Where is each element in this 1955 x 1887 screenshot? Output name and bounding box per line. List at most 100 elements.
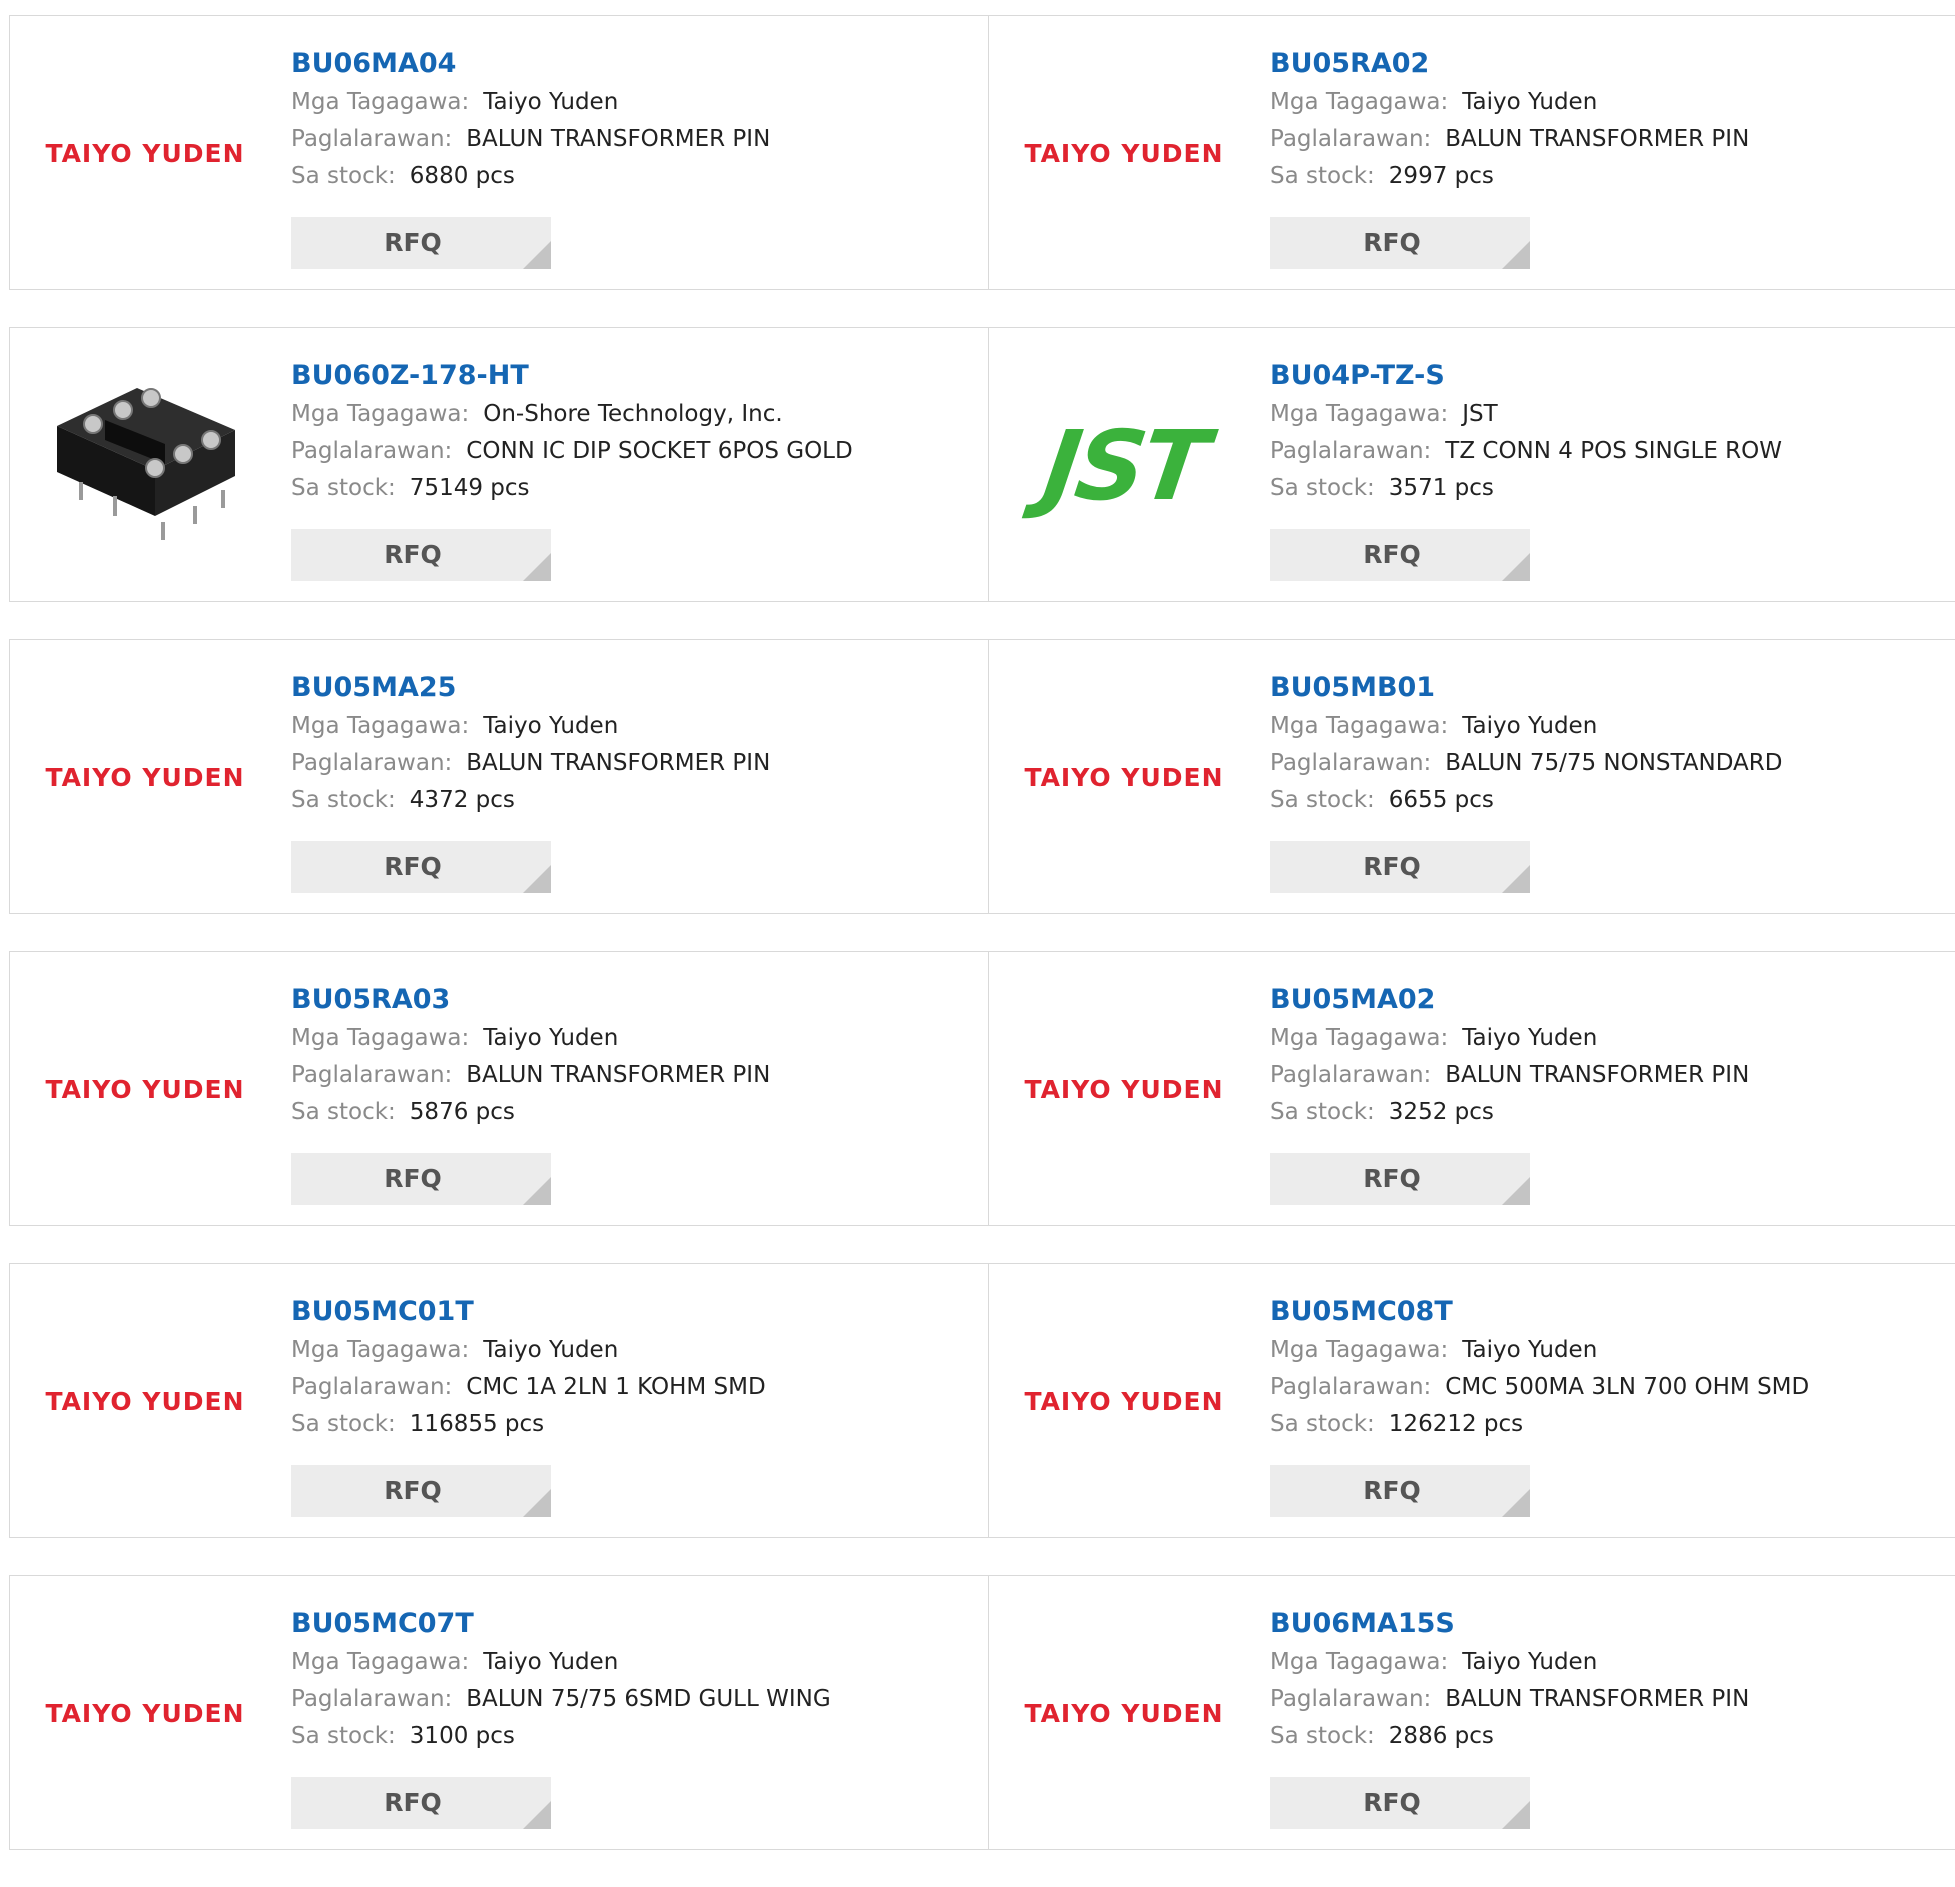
description-value: BALUN TRANSFORMER PIN: [1445, 126, 1750, 152]
part-number-link[interactable]: BU05MC01T: [291, 1292, 766, 1332]
stock-label: Sa stock:: [291, 787, 396, 813]
rfq-button[interactable]: RFQ: [1270, 1153, 1530, 1205]
part-number-link[interactable]: BU060Z-178-HT: [291, 356, 853, 396]
part-number-link[interactable]: BU04P-TZ-S: [1270, 356, 1782, 396]
manufacturer-value: Taiyo Yuden: [483, 713, 619, 739]
rfq-button[interactable]: RFQ: [291, 529, 551, 581]
manufacturer-value: Taiyo Yuden: [483, 89, 619, 115]
corner-triangle-icon: [1502, 241, 1530, 269]
manufacturer-logo[interactable]: TAIYO YUDEN: [1019, 1002, 1229, 1177]
stock-row: Sa stock: 2886 pcs: [1270, 1718, 1749, 1755]
taiyo-yuden-logo: TAIYO YUDEN: [45, 1699, 245, 1728]
part-number-link[interactable]: BU05RA03: [291, 980, 770, 1020]
product-info: BU060Z-178-HT Mga Tagagawa: On-Shore Tech…: [291, 356, 853, 507]
rfq-button[interactable]: RFQ: [291, 841, 551, 893]
product-info: BU05RA03 Mga Tagagawa: Taiyo Yuden Paglal…: [291, 980, 770, 1131]
taiyo-yuden-logo: TAIYO YUDEN: [45, 1075, 245, 1104]
stock-value: 6880 pcs: [409, 163, 515, 189]
stock-row: Sa stock: 3252 pcs: [1270, 1094, 1749, 1131]
stock-row: Sa stock: 3571 pcs: [1270, 470, 1782, 507]
manufacturer-logo[interactable]: TAIYO YUDEN: [40, 66, 250, 241]
rfq-button[interactable]: RFQ: [1270, 1465, 1530, 1517]
corner-triangle-icon: [523, 1177, 551, 1205]
description-row: Paglalarawan: BALUN TRANSFORMER PIN: [291, 121, 770, 158]
product-grid: TAIYO YUDEN BU06MA04 Mga Tagagawa: Taiyo …: [9, 15, 1955, 1887]
manufacturer-row: Mga Tagagawa: On-Shore Technology, Inc.: [291, 396, 853, 433]
manufacturer-logo[interactable]: TAIYO YUDEN: [1019, 690, 1229, 865]
product-row: TAIYO YUDEN BU06MA04 Mga Tagagawa: Taiyo …: [9, 15, 1955, 290]
description-label: Paglalarawan:: [1270, 1686, 1432, 1712]
stock-label: Sa stock:: [1270, 1723, 1375, 1749]
part-number-link[interactable]: BU05MC08T: [1270, 1292, 1809, 1332]
stock-row: Sa stock: 126212 pcs: [1270, 1406, 1809, 1443]
stock-value: 5876 pcs: [409, 1099, 515, 1125]
rfq-button[interactable]: RFQ: [291, 1153, 551, 1205]
part-number-link[interactable]: BU05MC07T: [291, 1604, 831, 1644]
part-number-link[interactable]: BU05MA02: [1270, 980, 1749, 1020]
corner-triangle-icon: [1502, 1489, 1530, 1517]
manufacturer-label: Mga Tagagawa:: [1270, 1337, 1449, 1363]
description-value: BALUN TRANSFORMER PIN: [1445, 1686, 1750, 1712]
rfq-label: RFQ: [384, 1164, 442, 1193]
product-info: BU05MA25 Mga Tagagawa: Taiyo Yuden Paglal…: [291, 668, 770, 819]
stock-row: Sa stock: 2997 pcs: [1270, 158, 1749, 195]
manufacturer-value: JST: [1462, 401, 1498, 427]
rfq-label: RFQ: [1363, 1788, 1421, 1817]
part-number-link[interactable]: BU05RA02: [1270, 44, 1749, 84]
stock-value: 2886 pcs: [1388, 1723, 1494, 1749]
rfq-label: RFQ: [384, 1476, 442, 1505]
manufacturer-value: Taiyo Yuden: [483, 1337, 619, 1363]
stock-value: 3252 pcs: [1388, 1099, 1494, 1125]
stock-label: Sa stock:: [1270, 787, 1375, 813]
product-row: TAIYO YUDEN BU05MC01T Mga Tagagawa: Taiyo…: [9, 1263, 1955, 1538]
product-card: TAIYO YUDEN BU05MA02 Mga Tagagawa: Taiyo …: [988, 952, 1954, 1225]
rfq-button[interactable]: RFQ: [1270, 1777, 1530, 1829]
product-card: TAIYO YUDEN BU05RA02 Mga Tagagawa: Taiyo …: [988, 16, 1954, 289]
manufacturer-logo[interactable]: JST: [1019, 378, 1229, 553]
rfq-button[interactable]: RFQ: [1270, 841, 1530, 893]
manufacturer-logo[interactable]: TAIYO YUDEN: [1019, 1314, 1229, 1489]
stock-row: Sa stock: 5876 pcs: [291, 1094, 770, 1131]
product-row: BU060Z-178-HT Mga Tagagawa: On-Shore Tech…: [9, 327, 1955, 602]
manufacturer-value: Taiyo Yuden: [1462, 89, 1598, 115]
manufacturer-label: Mga Tagagawa:: [1270, 1649, 1449, 1675]
part-number-link[interactable]: BU05MB01: [1270, 668, 1782, 708]
manufacturer-logo[interactable]: TAIYO YUDEN: [40, 1626, 250, 1801]
stock-label: Sa stock:: [1270, 1099, 1375, 1125]
description-value: CONN IC DIP SOCKET 6POS GOLD: [466, 438, 853, 464]
stock-label: Sa stock:: [291, 475, 396, 501]
product-row: TAIYO YUDEN BU05MC07T Mga Tagagawa: Taiyo…: [9, 1575, 1955, 1850]
manufacturer-value: Taiyo Yuden: [483, 1649, 619, 1675]
rfq-button[interactable]: RFQ: [1270, 217, 1530, 269]
rfq-button[interactable]: RFQ: [291, 1777, 551, 1829]
manufacturer-label: Mga Tagagawa:: [1270, 713, 1449, 739]
part-number-link[interactable]: BU06MA15S: [1270, 1604, 1749, 1644]
stock-label: Sa stock:: [291, 1411, 396, 1437]
manufacturer-label: Mga Tagagawa:: [291, 713, 470, 739]
part-number-link[interactable]: BU06MA04: [291, 44, 770, 84]
description-label: Paglalarawan:: [1270, 1062, 1432, 1088]
taiyo-yuden-logo: TAIYO YUDEN: [45, 139, 245, 168]
manufacturer-logo[interactable]: TAIYO YUDEN: [40, 690, 250, 865]
rfq-button[interactable]: RFQ: [291, 217, 551, 269]
product-info: BU05MA02 Mga Tagagawa: Taiyo Yuden Paglal…: [1270, 980, 1749, 1131]
description-row: Paglalarawan: TZ CONN 4 POS SINGLE ROW: [1270, 433, 1782, 470]
stock-value: 6655 pcs: [1388, 787, 1494, 813]
part-number-link[interactable]: BU05MA25: [291, 668, 770, 708]
manufacturer-logo[interactable]: TAIYO YUDEN: [1019, 66, 1229, 241]
manufacturer-logo[interactable]: TAIYO YUDEN: [1019, 1626, 1229, 1801]
product-info: BU05MC08T Mga Tagagawa: Taiyo Yuden Pagla…: [1270, 1292, 1809, 1443]
taiyo-yuden-logo: TAIYO YUDEN: [1024, 1387, 1224, 1416]
rfq-button[interactable]: RFQ: [1270, 529, 1530, 581]
product-info: BU04P-TZ-S Mga Tagagawa: JST Paglalarawan…: [1270, 356, 1782, 507]
corner-triangle-icon: [523, 241, 551, 269]
rfq-button[interactable]: RFQ: [291, 1465, 551, 1517]
manufacturer-logo[interactable]: TAIYO YUDEN: [40, 1314, 250, 1489]
manufacturer-logo[interactable]: TAIYO YUDEN: [40, 1002, 250, 1177]
taiyo-yuden-logo: TAIYO YUDEN: [1024, 1075, 1224, 1104]
product-card: TAIYO YUDEN BU05MC07T Mga Tagagawa: Taiyo…: [10, 1576, 988, 1849]
rfq-label: RFQ: [384, 852, 442, 881]
manufacturer-logo[interactable]: [40, 378, 250, 553]
manufacturer-row: Mga Tagagawa: Taiyo Yuden: [291, 708, 770, 745]
stock-label: Sa stock:: [291, 1099, 396, 1125]
